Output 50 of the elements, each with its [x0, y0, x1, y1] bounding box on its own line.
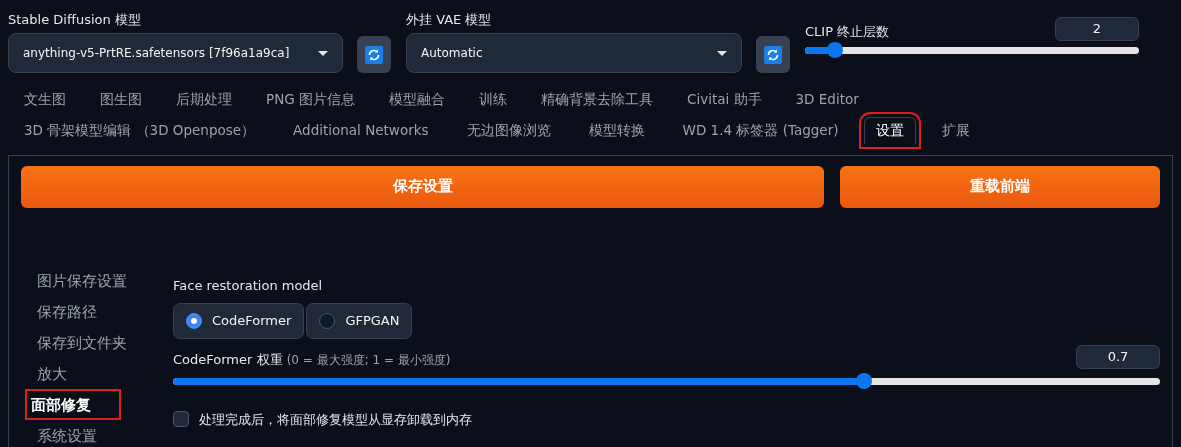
tab[interactable]: 扩展 [930, 116, 983, 145]
checkbox[interactable] [173, 411, 189, 427]
field-label: Stable Diffusion 模型 [8, 13, 142, 26]
refresh-icon [764, 45, 782, 64]
refresh-icon [365, 45, 383, 64]
sidebar-item[interactable]: 保存到文件夹 [21, 327, 173, 358]
tab[interactable]: 后期处理 [164, 86, 244, 114]
slider-track[interactable] [805, 47, 1139, 54]
model-dropdown[interactable]: anything-v5-PrtRE.safetensors [7f96a1a9ca] [8, 33, 343, 73]
radio-button[interactable] [186, 313, 202, 329]
sidebar-item[interactable]: 系统设置 [21, 420, 173, 447]
sidebar-item[interactable]: 图片保存设置 [21, 265, 173, 296]
sidebar-item[interactable]: 面部修复 [25, 389, 121, 420]
sidebar-item[interactable]: 保存路径 [21, 296, 173, 327]
tab[interactable]: 模型转换 [576, 116, 657, 145]
sidebar-item[interactable]: 放大 [21, 358, 173, 389]
slider-thumb[interactable] [827, 42, 844, 58]
radio-label: GFPGAN [345, 312, 400, 331]
slider-track[interactable] [173, 378, 1160, 385]
tab[interactable]: 训练 [467, 86, 519, 114]
caret-icon [717, 50, 727, 56]
tab[interactable]: Civitai 助手 [675, 86, 774, 114]
tab[interactable]: 图生图 [88, 86, 154, 114]
tab[interactable]: Additional Networks [281, 116, 441, 145]
refresh-button[interactable] [357, 36, 391, 73]
tab[interactable]: 无边图像浏览 [454, 116, 563, 145]
radio-option[interactable]: CodeFormer [173, 303, 305, 339]
refresh-button[interactable] [756, 36, 790, 73]
tab[interactable]: 文生图 [12, 86, 78, 114]
tab[interactable]: 精确背景去除工具 [529, 86, 665, 114]
dropdown-value: anything-v5-PrtRE.safetensors [7f96a1a9ca] [23, 45, 290, 62]
clip-label: CLIP 终止层数 [805, 25, 890, 38]
caret-icon [318, 50, 328, 56]
dropdown-value: Automatic [421, 45, 483, 62]
number-field[interactable]: 2 [1055, 17, 1139, 41]
tab[interactable]: WD 1.4 标签器 (Tagger) [670, 116, 851, 145]
tab[interactable]: 3D 骨架模型编辑 （3D Openpose） [12, 116, 268, 145]
checkbox-label: 处理完成后，将面部修复模型从显存卸载到内存 [199, 412, 472, 426]
tab[interactable]: PNG 图片信息 [254, 86, 367, 114]
slider-thumb[interactable] [855, 373, 872, 389]
setting-label: Face restoration model [173, 279, 324, 292]
radio-label: CodeFormer [212, 312, 292, 331]
radio-option[interactable]: GFPGAN [306, 303, 413, 339]
radio-button[interactable] [319, 313, 336, 329]
tab[interactable]: 3D Editor [783, 86, 871, 114]
model-dropdown[interactable]: Automatic [406, 33, 742, 73]
tab[interactable]: 模型融合 [377, 86, 457, 114]
slider-label: CodeFormer 权重 (0 = 最大强度; 1 = 最小强度) [173, 353, 451, 366]
field-label: 外挂 VAE 模型 [406, 13, 493, 26]
number-field[interactable]: 0.7 [1076, 345, 1160, 369]
